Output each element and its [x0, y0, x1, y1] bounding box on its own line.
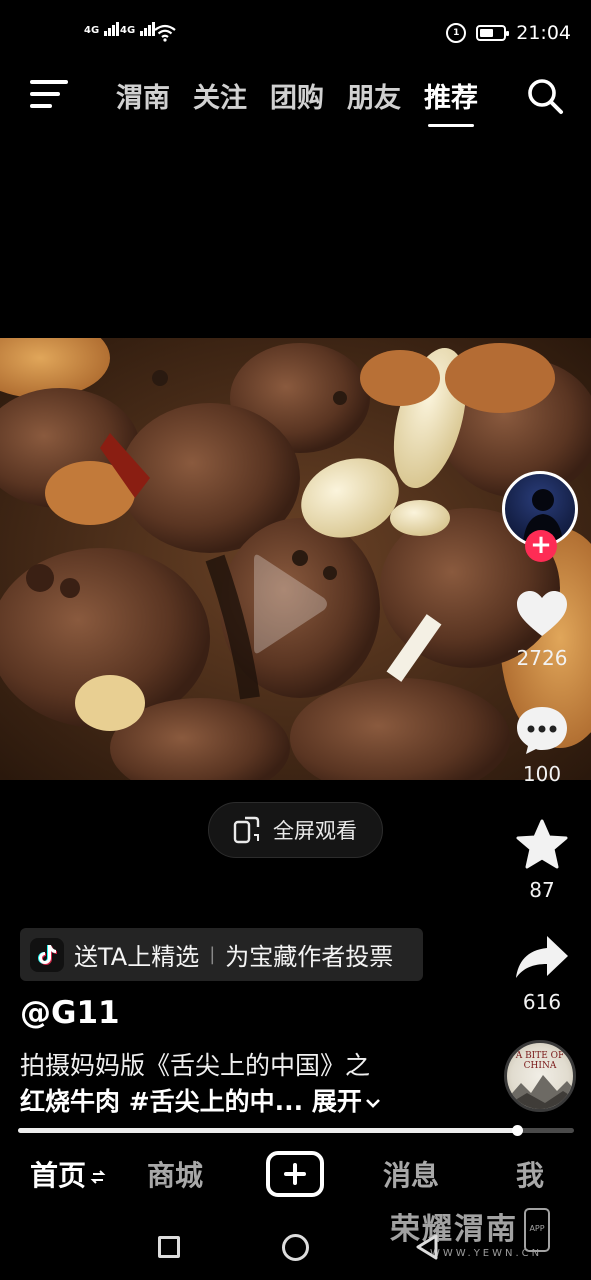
alarm-label: 1	[453, 28, 460, 38]
feed-tabs: 渭南 关注 团购 朋友 推荐	[116, 76, 478, 127]
comment-count: 100	[522, 762, 562, 786]
tab-friends[interactable]: 朋友	[347, 76, 401, 116]
video-description-hashtag[interactable]: 红烧牛肉 #舌尖上的中... 展开	[20, 1082, 382, 1118]
heart-icon	[517, 591, 567, 636]
tab-group-buy[interactable]: 团购	[270, 76, 324, 116]
promo-banner[interactable]: 送TA上精选 | 为宝藏作者投票	[20, 928, 423, 981]
music-disc[interactable]: A BITE OF CHINA	[504, 1040, 576, 1112]
alarm-icon: 1	[446, 23, 467, 43]
battery-fill	[480, 29, 494, 37]
video-description: 拍摄妈妈版《舌尖上的中国》之	[20, 1051, 371, 1080]
tab-weinan[interactable]: 渭南	[116, 76, 170, 116]
comment-button[interactable]: 100	[502, 704, 582, 786]
nav-mall[interactable]: 商城	[147, 1154, 203, 1194]
promo-creator-label: 为宝藏作者投票	[225, 943, 394, 971]
share-count: 616	[522, 990, 562, 1014]
nav-home-label: 首页	[30, 1159, 87, 1192]
create-post-button[interactable]	[266, 1151, 324, 1197]
share-arrow-icon	[516, 936, 568, 978]
author-name[interactable]: @G11	[20, 995, 120, 1031]
site-watermark: 荣耀渭南 WWW.YEWN.CN APP	[390, 1204, 560, 1264]
mountain-artwork-icon	[507, 1075, 573, 1109]
menu-icon[interactable]	[30, 78, 68, 110]
top-navigation: 渭南 关注 团购 朋友 推荐	[0, 64, 591, 128]
expand-label: 展开	[311, 1087, 362, 1116]
rotate-screen-icon	[233, 816, 260, 844]
like-button[interactable]: 2726	[502, 588, 582, 670]
tab-following[interactable]: 关注	[193, 76, 247, 116]
like-count: 2726	[516, 646, 568, 670]
douyin-logo-icon	[30, 937, 64, 972]
share-button[interactable]: 616	[502, 932, 582, 1014]
fullscreen-button[interactable]: 全屏观看	[208, 802, 383, 858]
chevron-down-icon	[365, 1099, 380, 1108]
refresh-arrows-icon	[90, 1170, 106, 1184]
nav-me[interactable]: 我	[516, 1154, 544, 1194]
fullscreen-label: 全屏观看	[273, 819, 357, 843]
battery-icon	[476, 25, 510, 41]
signal-bars-icon	[103, 22, 119, 36]
promo-vote-label: 送TA上精选	[74, 943, 200, 971]
signal-bars-icon	[139, 22, 155, 36]
search-icon[interactable]	[525, 76, 565, 116]
progress-fill	[18, 1128, 517, 1133]
signal-sim2: 4G	[120, 22, 155, 36]
status-bar: 4G 4G 1 21:04	[0, 0, 591, 64]
watermark-app-badge: APP	[524, 1208, 550, 1252]
signal-sim1: 4G	[84, 22, 119, 36]
description-line2: 红烧牛肉 #舌尖上的中...	[20, 1087, 304, 1116]
favorite-count: 87	[529, 878, 555, 902]
nav-messages[interactable]: 消息	[383, 1154, 439, 1194]
follow-button[interactable]: +	[525, 530, 557, 562]
star-icon	[516, 819, 568, 869]
home-button[interactable]	[282, 1234, 309, 1261]
playback-progress-bar[interactable]	[18, 1125, 574, 1136]
tab-recommended[interactable]: 推荐	[424, 76, 478, 127]
favorite-button[interactable]: 87	[502, 818, 582, 902]
promo-divider: |	[209, 944, 216, 965]
expand-button[interactable]: 展开	[312, 1087, 382, 1116]
wifi-icon	[154, 24, 176, 42]
progress-knob[interactable]	[511, 1125, 523, 1136]
network-type-label: 4G	[84, 25, 100, 36]
play-icon[interactable]	[250, 548, 330, 660]
nav-home[interactable]: 首页	[30, 1154, 106, 1194]
status-time: 21:04	[516, 22, 571, 44]
network-type-label: 4G	[120, 25, 136, 36]
recent-apps-button[interactable]	[158, 1236, 180, 1258]
comment-icon	[517, 707, 567, 754]
plus-icon	[284, 1163, 306, 1185]
